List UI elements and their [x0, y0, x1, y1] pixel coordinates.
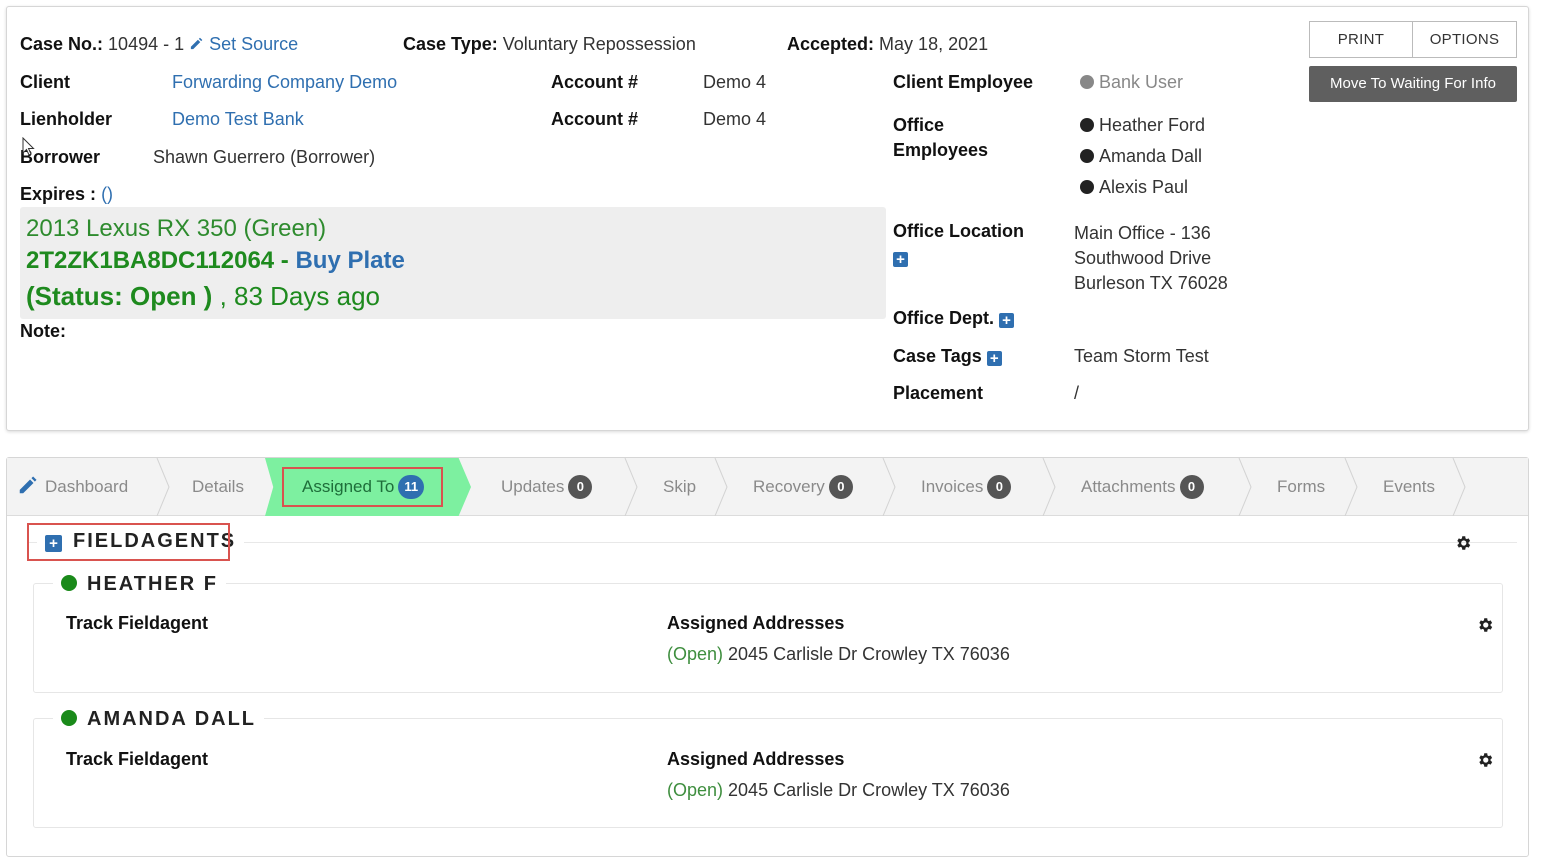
highlight-box-tab: [282, 467, 443, 507]
assigned-address: (Open) 2045 Carlisle Dr Crowley TX 76036: [667, 780, 1010, 800]
expires-link[interactable]: (): [101, 184, 113, 204]
note-label: Note:: [20, 321, 66, 341]
account-label-2: Account #: [551, 109, 639, 129]
office-dept: Office Dept. +: [893, 308, 1015, 329]
case-tags-value: Team Storm Test: [1074, 346, 1209, 366]
fieldagents-section-rule: [27, 542, 1517, 543]
vehicle-status: (Status: Open ): [26, 281, 213, 311]
office-employee-3: Alexis Paul: [1080, 177, 1188, 198]
highlight-box-fieldagents: [27, 523, 230, 561]
case-number: Case No.: 10494 - 1 Set Source: [20, 34, 299, 54]
assigned-addresses-label: Assigned Addresses: [667, 749, 845, 769]
pencil-icon: [191, 37, 203, 50]
placement-value: /: [1074, 383, 1080, 403]
lienholder-label: Lienholder: [20, 109, 113, 129]
case-type: Case Type: Voluntary Repossession: [403, 34, 696, 54]
fieldagent-name-header: AMANDA DALL: [53, 708, 265, 731]
status-dot-icon: [1080, 118, 1094, 132]
office-employees-label: Office Employees: [893, 115, 989, 160]
add-office-location-button[interactable]: +: [893, 247, 908, 268]
vehicle-info-box: 2013 Lexus RX 350 (Green) 2T2ZK1BA8DC112…: [20, 207, 886, 319]
tab-updates[interactable]: Updates 0: [501, 458, 593, 516]
client-employee-label: Client Employee: [893, 72, 1034, 92]
online-status-icon: [61, 575, 77, 591]
mouse-cursor-icon: [22, 137, 35, 156]
case-tags: Case Tags +: [893, 346, 1002, 367]
plus-icon: +: [893, 252, 908, 267]
tab-count-badge: 0: [1179, 475, 1204, 499]
pencil-icon: [19, 476, 37, 494]
vehicle-vin: 2T2ZK1BA8DC112064: [26, 247, 275, 274]
track-fieldagent-link[interactable]: Track Fieldagent: [66, 613, 208, 634]
print-button[interactable]: PRINT: [1309, 21, 1413, 58]
tab-count-badge: 0: [828, 475, 853, 499]
tab-events[interactable]: Events: [1383, 458, 1435, 516]
tab-details[interactable]: Details: [192, 458, 244, 516]
fieldagent-card: [33, 583, 1503, 693]
vehicle-vin-line: 2T2ZK1BA8DC112064 - Buy Plate: [26, 247, 405, 274]
client-employee-value: Bank User: [1080, 72, 1183, 93]
fieldagent-name-header: HEATHER F: [53, 573, 226, 596]
assigned-addresses-label: Assigned Addresses: [667, 613, 845, 633]
status-dot-icon: [1080, 75, 1094, 89]
tab-bar: Dashboard Details Assigned To 11 Updates 0…: [7, 458, 1528, 516]
agent-settings-gear-icon[interactable]: [1476, 616, 1494, 634]
client-label: Client: [20, 72, 71, 92]
status-dot-icon: [1080, 180, 1094, 194]
tab-invoices[interactable]: Invoices 0: [921, 458, 1012, 516]
tab-attachments[interactable]: Attachments 0: [1081, 458, 1204, 516]
status-dot-icon: [1080, 149, 1094, 163]
expires: Expires : (): [20, 184, 114, 204]
tab-count-badge: 0: [568, 475, 593, 499]
office-location-label: Office Location: [893, 221, 1025, 241]
vehicle-age: , 83 Days ago: [212, 281, 380, 311]
tab-dashboard[interactable]: Dashboard: [17, 458, 128, 516]
set-source-link[interactable]: Set Source: [189, 34, 298, 54]
case-tabs-panel: Dashboard Details Assigned To 11 Updates 0…: [6, 457, 1529, 857]
borrower-value: Shawn Guerrero (Borrower): [153, 147, 376, 167]
account-label-1: Account #: [551, 72, 639, 92]
add-office-dept-button[interactable]: +: [999, 313, 1015, 328]
account-value-1: Demo 4: [703, 72, 767, 92]
track-fieldagent-link[interactable]: Track Fieldagent: [66, 749, 208, 770]
office-location-value: Main Office - 136 Southwood Drive Burles…: [1074, 223, 1228, 293]
office-employee-2: Amanda Dall: [1080, 146, 1202, 167]
assigned-address: (Open) 2045 Carlisle Dr Crowley TX 76036: [667, 644, 1010, 664]
case-summary-panel: Case No.: 10494 - 1 Set Source Case Type…: [6, 6, 1529, 431]
account-value-2: Demo 4: [703, 109, 767, 129]
agent-settings-gear-icon[interactable]: [1476, 751, 1494, 769]
lienholder-link[interactable]: Demo Test Bank: [172, 109, 304, 130]
fieldagent-card: [33, 718, 1503, 828]
tab-forms[interactable]: Forms: [1277, 458, 1325, 516]
vehicle-description: 2013 Lexus RX 350 (Green): [26, 215, 327, 242]
online-status-icon: [61, 710, 77, 726]
add-case-tag-button[interactable]: +: [986, 351, 1002, 366]
vehicle-status-line: (Status: Open ) , 83 Days ago: [26, 281, 380, 312]
move-to-waiting-button[interactable]: Move To Waiting For Info: [1309, 66, 1517, 102]
accepted-date: Accepted: May 18, 2021: [787, 34, 989, 54]
fieldagents-settings-gear-icon[interactable]: [1454, 534, 1472, 552]
tab-recovery[interactable]: Recovery 0: [753, 458, 853, 516]
tab-skip[interactable]: Skip: [663, 458, 696, 516]
options-button[interactable]: OPTIONS: [1412, 21, 1517, 58]
tab-count-badge: 0: [987, 475, 1012, 499]
client-link[interactable]: Forwarding Company Demo: [172, 72, 397, 93]
placement-label: Placement: [893, 383, 984, 403]
buy-plate-link[interactable]: Buy Plate: [295, 247, 404, 274]
office-employee-1: Heather Ford: [1080, 115, 1205, 136]
